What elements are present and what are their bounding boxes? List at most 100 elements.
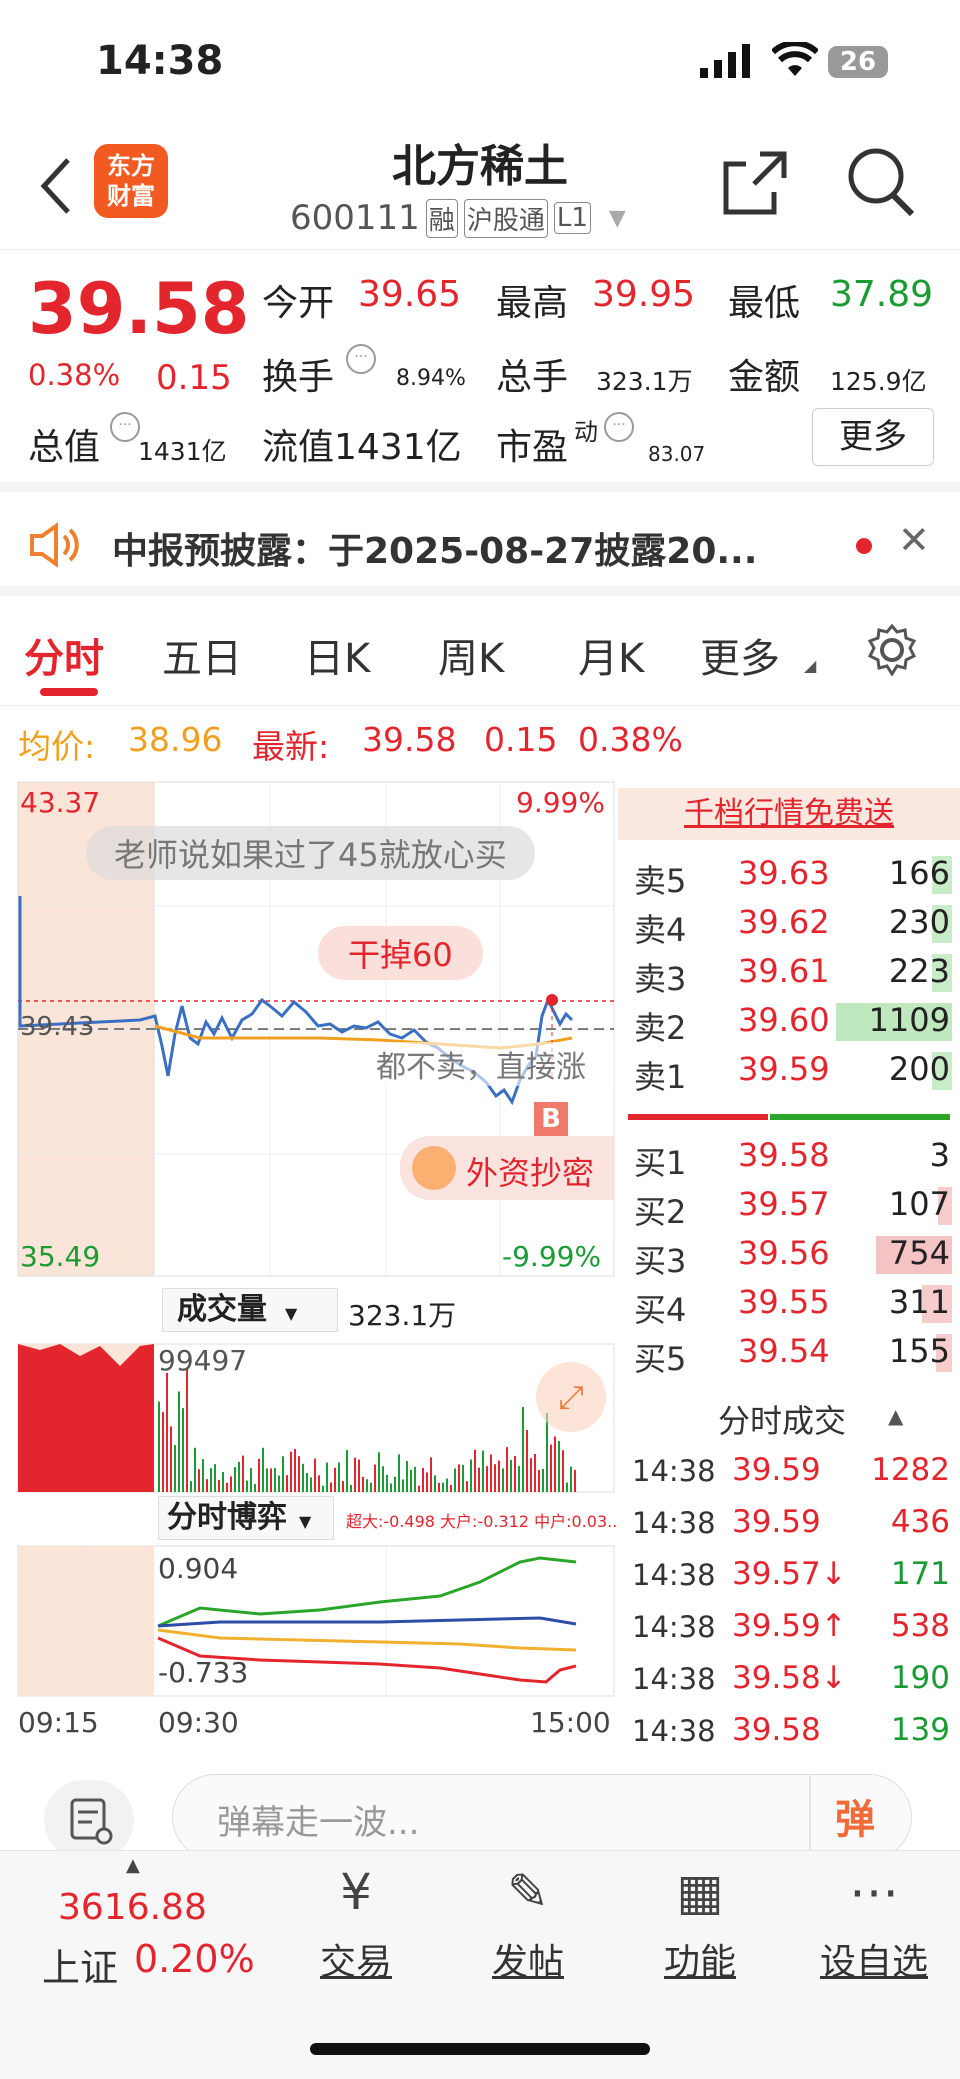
bid-row[interactable]: 买4 39.55 311: [618, 1279, 960, 1329]
volume-bar: [190, 1481, 192, 1492]
volume-bar: [302, 1463, 304, 1492]
ask-row[interactable]: 卖4 39.62 230: [618, 899, 960, 949]
nav-trade[interactable]: ¥ 交易: [286, 1863, 426, 1985]
change-pct: 0.38%: [28, 358, 121, 392]
ask-row[interactable]: 卖3 39.61 223: [618, 948, 960, 998]
ask-row[interactable]: 卖2 39.60 1109: [618, 997, 960, 1047]
dropdown-icon[interactable]: ▼: [609, 206, 626, 231]
nav-label: 交易: [319, 1942, 392, 1983]
volume-bar: [490, 1454, 492, 1492]
volume-bar: [550, 1444, 552, 1492]
volume-bar: [358, 1459, 360, 1492]
volume-bar: [418, 1485, 420, 1492]
battery-icon: 26: [828, 46, 888, 78]
volume-bar: [466, 1481, 468, 1492]
bid-price: 39.57: [738, 1185, 830, 1223]
volume-bar: [314, 1458, 316, 1492]
index-value[interactable]: 3616.88: [58, 1887, 207, 1928]
volume-bar: [514, 1455, 516, 1492]
volume-bar: [438, 1482, 440, 1492]
volume-bar: [246, 1480, 248, 1492]
tab-weekly-k[interactable]: 周K: [438, 626, 504, 684]
index-name[interactable]: 上证: [42, 1937, 118, 1992]
volume-bar: [206, 1479, 208, 1492]
search-icon[interactable]: [846, 146, 916, 218]
volume-bar: [502, 1468, 504, 1492]
tab-daily-k[interactable]: 日K: [304, 626, 370, 684]
volume-bar: [538, 1470, 540, 1492]
more-info-icon[interactable]: ···: [346, 344, 376, 374]
caret-up-icon[interactable]: ▲: [126, 1855, 140, 1876]
ask-row[interactable]: 卖1 39.59 200: [618, 1046, 960, 1096]
indicator-select-game[interactable]: 分时博弈 ▼: [158, 1496, 334, 1540]
more-info-icon[interactable]: ···: [604, 412, 634, 442]
bid-price: 39.54: [738, 1332, 830, 1370]
tab-monthly-k[interactable]: 月K: [578, 626, 644, 684]
volume-bar: [534, 1453, 536, 1492]
more-info-icon[interactable]: ···: [110, 412, 140, 442]
volume-bar: [486, 1466, 488, 1492]
danmu-input[interactable]: 弹幕走一波... 弹: [172, 1774, 912, 1860]
amount-value: 125.9亿: [830, 367, 927, 396]
volume-bar: [566, 1482, 568, 1492]
volume-bar: [462, 1464, 464, 1492]
volume-bar: [226, 1482, 228, 1492]
volume-bar: [282, 1456, 284, 1492]
danmu-toggle-button[interactable]: 弹: [835, 1787, 875, 1845]
turnover-value: 8.94%: [396, 366, 466, 391]
order-book: 千档行情免费送 卖5 39.63 166 卖4 39.62 230 卖3 39.61 223…: [618, 780, 960, 1750]
tick-volume: 436: [890, 1504, 950, 1540]
latest-label: 最新:: [252, 727, 330, 766]
triangle-up-icon[interactable]: ▲: [888, 1404, 903, 1428]
volume-bar: [458, 1464, 460, 1492]
ask-volume: 230: [888, 903, 950, 941]
close-icon[interactable]: ✕: [898, 518, 930, 562]
volume-bar: [162, 1412, 164, 1492]
intraday-chart[interactable]: 43.37 9.99% 39.43 35.49 -9.99% 老师说如果过了45…: [0, 776, 620, 1746]
settings-icon[interactable]: [866, 624, 918, 676]
ask-price: 39.62: [738, 903, 830, 941]
danmu-settings-icon[interactable]: [44, 1780, 134, 1860]
volume-bar: [414, 1466, 416, 1492]
volume-bar: [334, 1467, 336, 1492]
open-value: 39.65: [358, 274, 462, 315]
notice-bar[interactable]: 中报预披露：于2025-08-27披露20... ✕: [0, 492, 960, 596]
list-icon: [70, 1798, 113, 1845]
tick-price: 39.58↓: [732, 1660, 847, 1696]
volume-bar: [386, 1474, 388, 1492]
tab-more[interactable]: 更多: [700, 626, 780, 684]
ask-label: 卖2: [634, 1009, 687, 1047]
last-price: 39.58: [28, 268, 250, 350]
bid-row[interactable]: 买3 39.56 754: [618, 1230, 960, 1280]
nav-add-watchlist[interactable]: ⋯ 设自选: [804, 1863, 944, 1985]
volume-bar: [214, 1464, 216, 1492]
expand-icon[interactable]: ⤢: [536, 1362, 606, 1432]
ticks-title[interactable]: 分时成交: [718, 1396, 846, 1442]
danmu-text: 外资抄密: [466, 1154, 595, 1192]
tab-intraday[interactable]: 分时: [24, 626, 104, 684]
danmu-bubble: 都不卖，直接涨: [376, 1042, 614, 1086]
bid-row[interactable]: 买5 39.54 155: [618, 1328, 960, 1378]
indicator-select-volume[interactable]: 成交量 ▼: [162, 1288, 338, 1332]
volume-bar: [522, 1407, 524, 1492]
index-pct[interactable]: 0.20%: [134, 1937, 255, 1981]
more-button[interactable]: 更多: [812, 408, 934, 466]
select-label: 分时博弈: [167, 1500, 287, 1535]
ask-row[interactable]: 卖5 39.63 166: [618, 850, 960, 900]
medium-line: [157, 1628, 577, 1652]
bid-row[interactable]: 买2 39.57 107: [618, 1181, 960, 1231]
select-label: 成交量: [177, 1292, 267, 1327]
volume-bar: [574, 1469, 576, 1492]
volume-bar: [390, 1483, 392, 1492]
promo-banner[interactable]: 千档行情免费送: [618, 788, 960, 840]
avg-value: 38.96: [128, 720, 223, 759]
nav-functions[interactable]: ▦ 功能: [630, 1863, 770, 1985]
nav-post[interactable]: ✎ 发帖: [458, 1863, 598, 1985]
bid-row[interactable]: 买1 39.58 3: [618, 1132, 960, 1182]
volume-bar: [274, 1467, 276, 1492]
share-icon[interactable]: [720, 148, 790, 218]
bid-label: 买5: [634, 1340, 687, 1378]
nav-label: 发帖: [491, 1942, 564, 1983]
volume-bar: [210, 1468, 212, 1492]
tab-five-day[interactable]: 五日: [162, 626, 242, 684]
